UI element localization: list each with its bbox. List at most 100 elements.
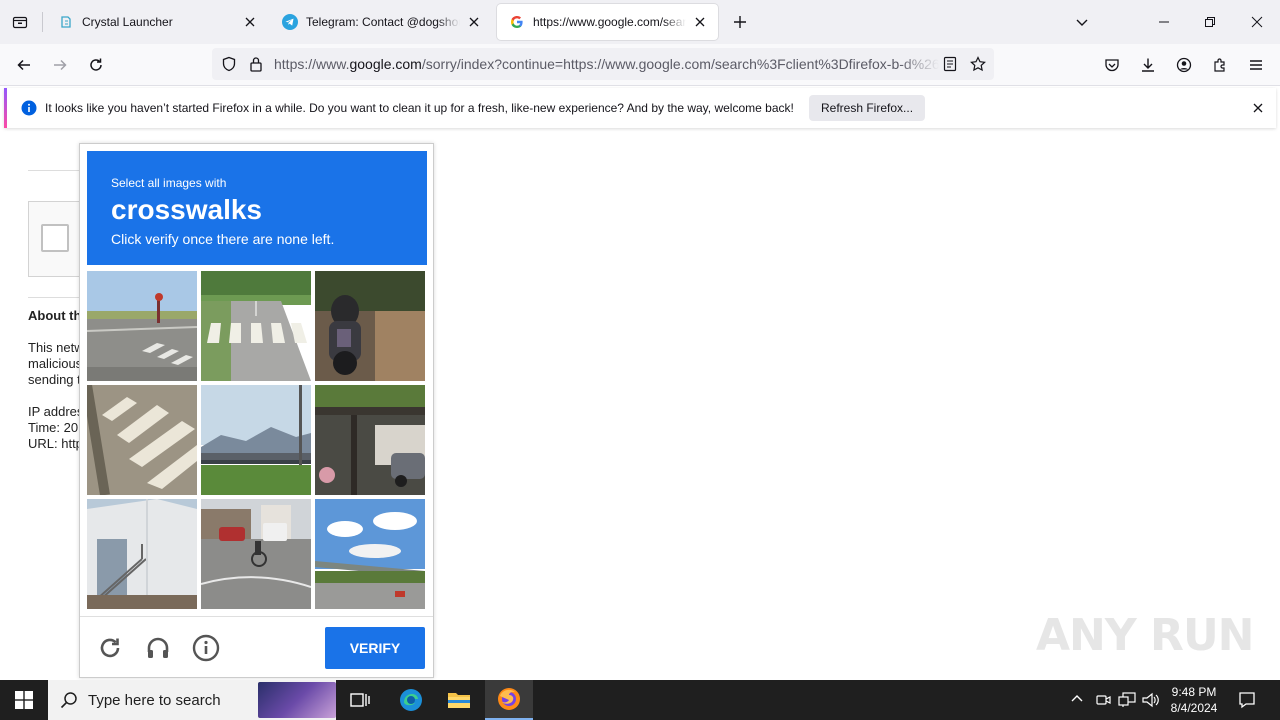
- url-host: google.com: [349, 56, 422, 72]
- info-icon: [192, 634, 220, 662]
- back-arrow-icon: [17, 59, 30, 71]
- image-tile-2[interactable]: [201, 271, 311, 381]
- tab-telegram[interactable]: Telegram: Contact @dogshouse_bot: [270, 4, 492, 40]
- close-icon: [1251, 16, 1263, 28]
- about-text-line: sending t: [28, 372, 81, 387]
- start-button[interactable]: [0, 680, 48, 720]
- task-view-button[interactable]: [336, 680, 384, 720]
- folder-icon: [448, 693, 470, 708]
- puzzle-icon: [1214, 58, 1225, 72]
- street-cars-image: [201, 499, 311, 609]
- image-tile-9[interactable]: [315, 499, 425, 609]
- verify-button[interactable]: VERIFY: [325, 627, 425, 669]
- bookmark-star-icon[interactable]: [970, 56, 986, 72]
- about-heading: About th: [28, 308, 82, 323]
- url-prefix: https://www.: [274, 56, 350, 72]
- image-tile-4[interactable]: [87, 385, 197, 495]
- url-text[interactable]: https://www.google.com/sorry/index?conti…: [274, 56, 939, 72]
- reload-button[interactable]: [81, 50, 111, 80]
- account-icon: [1176, 57, 1192, 73]
- taskbar-search-box[interactable]: Type here to search: [48, 680, 336, 720]
- close-tab-icon[interactable]: [692, 14, 708, 30]
- minimize-icon: [1159, 21, 1169, 23]
- info-icon: [21, 100, 37, 116]
- image-tile-6[interactable]: [315, 385, 425, 495]
- account-button[interactable]: [1169, 50, 1199, 80]
- edge-taskbar-button[interactable]: [387, 680, 435, 720]
- new-tab-button[interactable]: [726, 8, 754, 36]
- system-clock[interactable]: 9:48 PM 8/4/2024: [1168, 684, 1220, 716]
- close-window-button[interactable]: [1243, 8, 1271, 36]
- recaptcha-challenge: Select all images with crosswalks Click …: [79, 143, 434, 678]
- close-tab-icon[interactable]: [466, 14, 482, 30]
- image-tile-3[interactable]: [315, 271, 425, 381]
- restore-icon: [1205, 17, 1215, 27]
- image-tile-7[interactable]: [87, 499, 197, 609]
- pocket-button[interactable]: [1097, 50, 1127, 80]
- ip-address-line: IP addres: [28, 404, 84, 419]
- tab-crystal-launcher[interactable]: Crystal Launcher: [46, 4, 268, 40]
- tab-title: Crystal Launcher: [82, 15, 173, 29]
- clock-date: 8/4/2024: [1170, 701, 1218, 715]
- windows-taskbar: Type here to search 9:48 PM 8/4/2024: [0, 680, 1280, 720]
- audio-challenge-button[interactable]: [142, 632, 174, 664]
- navigation-toolbar: https://www.google.com/sorry/index?conti…: [0, 44, 1280, 86]
- anyrun-watermark: ANY RUN: [1036, 610, 1254, 661]
- file-explorer-taskbar-button[interactable]: [435, 680, 483, 720]
- carport-image: [315, 385, 425, 495]
- reader-view-icon[interactable]: [943, 56, 957, 72]
- pocket-icon: [1105, 59, 1119, 72]
- building-stairs-image: [87, 499, 197, 609]
- refresh-firefox-button[interactable]: Refresh Firefox...: [809, 95, 926, 121]
- tab-google-search[interactable]: https://www.google.com/search: [497, 4, 718, 40]
- notifications-icon[interactable]: [1238, 691, 1256, 709]
- crystal-launcher-icon: [58, 14, 74, 30]
- address-bar[interactable]: https://www.google.com/sorry/index?conti…: [212, 48, 994, 80]
- back-button[interactable]: [9, 50, 39, 80]
- download-icon: [1142, 58, 1154, 72]
- meet-now-icon[interactable]: [1095, 692, 1111, 708]
- image-tile-1[interactable]: [87, 271, 197, 381]
- lock-icon[interactable]: [249, 56, 263, 72]
- forward-arrow-icon: [54, 59, 67, 71]
- extensions-button[interactable]: [1205, 50, 1235, 80]
- list-all-tabs-button[interactable]: [1068, 8, 1096, 36]
- search-icon: [60, 691, 78, 709]
- recaptcha-checkbox[interactable]: [41, 224, 69, 252]
- edge-icon: [400, 689, 422, 711]
- instruction-suffix: Click verify once there are none left.: [111, 231, 335, 247]
- close-notification-icon[interactable]: [1252, 102, 1264, 114]
- network-icon[interactable]: [1118, 692, 1136, 708]
- menu-button[interactable]: [1241, 50, 1271, 80]
- image-tile-8[interactable]: [201, 499, 311, 609]
- chevron-down-icon: [1076, 19, 1088, 26]
- instruction-prefix: Select all images with: [111, 176, 227, 190]
- reload-icon: [100, 638, 120, 658]
- reload-challenge-button[interactable]: [94, 632, 126, 664]
- image-tile-5[interactable]: [201, 385, 311, 495]
- road-crosswalk-image: [87, 271, 197, 381]
- challenge-footer: VERIFY: [80, 616, 433, 677]
- task-view-icon: [350, 693, 370, 707]
- firefox-view-icon: [12, 16, 28, 29]
- about-text-line: This netw: [28, 340, 84, 355]
- tracking-protection-shield-icon[interactable]: [221, 56, 237, 72]
- restore-button[interactable]: [1196, 8, 1224, 36]
- crosswalk-closeup-image: [87, 385, 197, 495]
- close-tab-icon[interactable]: [242, 14, 258, 30]
- help-button[interactable]: [190, 632, 222, 664]
- show-hidden-icons-chevron-up-icon[interactable]: [1070, 692, 1084, 706]
- about-text-line: malicious: [28, 356, 83, 371]
- volume-icon[interactable]: [1142, 692, 1160, 708]
- url-path: /sorry/index?continue=https://www.google…: [421, 56, 939, 72]
- search-highlight-image: [258, 682, 336, 718]
- notification-message: It looks like you haven’t started Firefo…: [45, 101, 794, 115]
- downloads-button[interactable]: [1133, 50, 1163, 80]
- bridge-mountains-image: [201, 385, 311, 495]
- firefox-taskbar-button[interactable]: [485, 680, 533, 720]
- google-icon: [509, 14, 525, 30]
- minimize-button[interactable]: [1150, 8, 1178, 36]
- search-placeholder: Type here to search: [88, 692, 221, 709]
- forward-button[interactable]: [45, 50, 75, 80]
- firefox-view-button[interactable]: [6, 8, 34, 36]
